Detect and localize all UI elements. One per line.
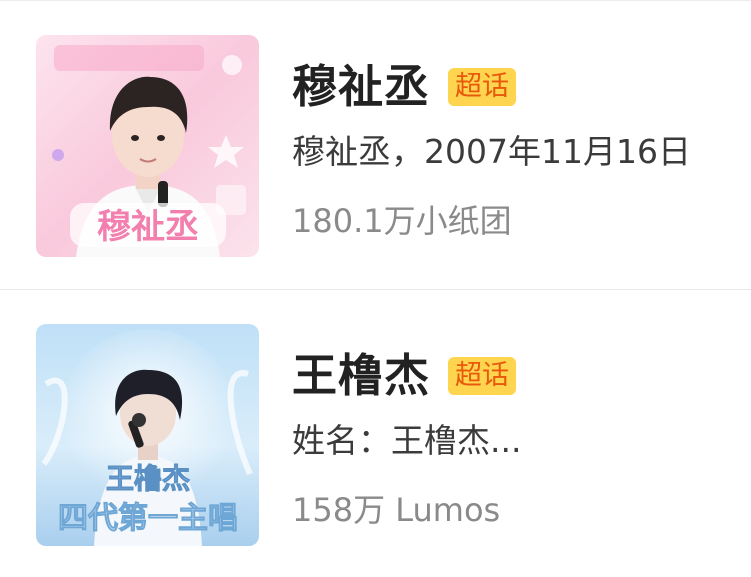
poster-subcaption: 四代第一主唱 (58, 501, 238, 536)
blue-singer-poster-icon: 王橹杰 四代第一主唱 (36, 324, 259, 546)
pink-idol-poster-icon: 穆祉丞 (36, 35, 259, 257)
title-row: 王橹杰 超话 (292, 348, 517, 404)
avatar[interactable]: 穆祉丞 (36, 35, 259, 257)
fan-count: 180.1万小纸团 (292, 202, 512, 240)
supertopic-badge: 超话 (448, 68, 517, 106)
supertopic-badge: 超话 (448, 357, 517, 395)
result-description: 穆祉丞，2007年11月16日 (292, 132, 691, 171)
result-name[interactable]: 王橹杰 (292, 348, 430, 404)
result-name[interactable]: 穆祉丞 (292, 59, 430, 115)
result-item-mu-zhicheng[interactable]: 穆祉丞 穆祉丞 超话 穆祉丞，2007年11月16日 180.1万小纸团 (0, 1, 751, 289)
avatar[interactable]: 王橹杰 四代第一主唱 (36, 324, 259, 546)
poster-caption: 王橹杰 (106, 462, 190, 495)
title-row: 穆祉丞 超话 (292, 59, 517, 115)
result-description: 姓名：王橹杰... (292, 421, 522, 460)
search-results-page: 穆祉丞 穆祉丞 超话 穆祉丞，2007年11月16日 180.1万小纸团 王橹杰… (0, 0, 751, 577)
poster-caption: 穆祉丞 (97, 207, 199, 247)
fan-count: 158万 Lumos (292, 491, 501, 529)
result-item-wang-lujie[interactable]: 王橹杰 四代第一主唱 王橹杰 超话 姓名：王橹杰... 158万 Lumos (0, 290, 751, 577)
